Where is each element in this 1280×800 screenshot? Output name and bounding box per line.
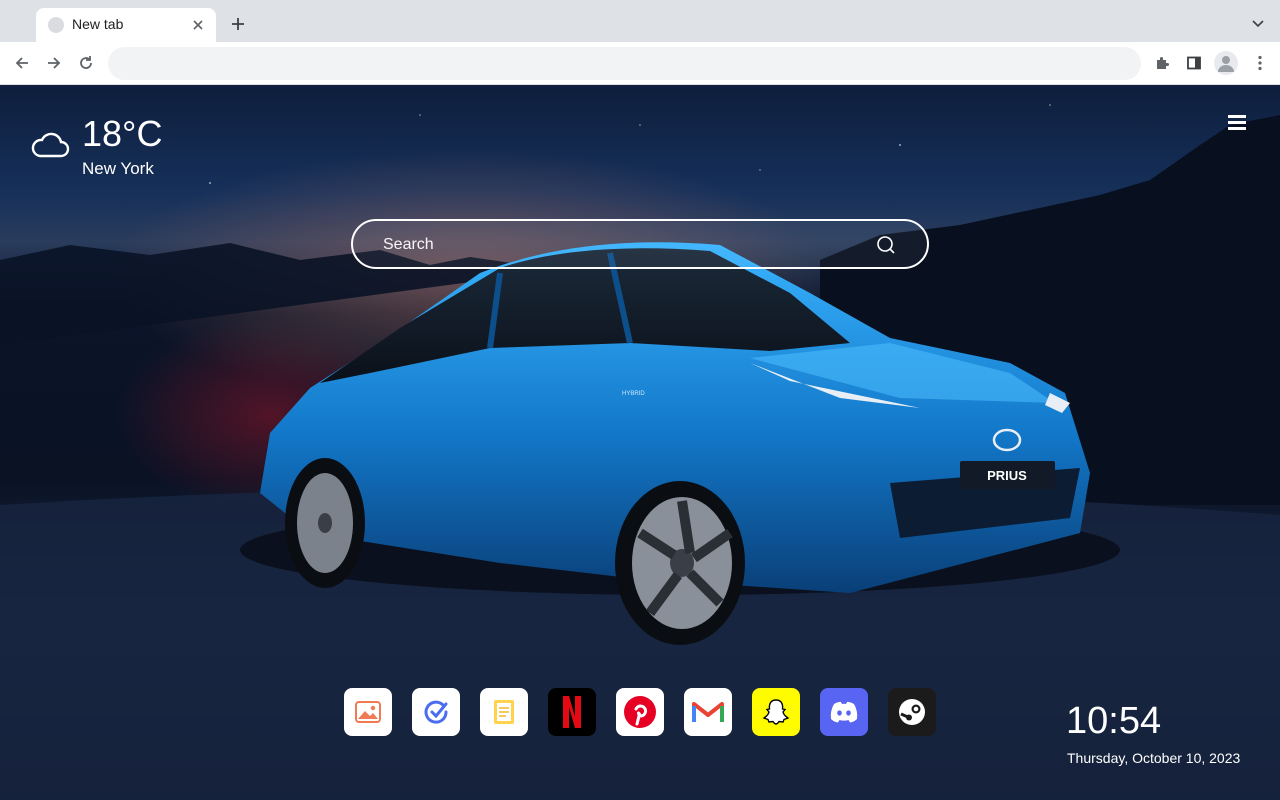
tab-strip: New tab	[0, 0, 1280, 42]
extensions-icon[interactable]	[1150, 51, 1174, 75]
shortcut-netflix[interactable]	[548, 688, 596, 736]
close-icon[interactable]	[188, 15, 208, 35]
hybrid-badge: HYBRID	[622, 391, 645, 397]
city-name: New York	[82, 159, 154, 178]
clock-time: 10:54	[1066, 700, 1162, 742]
search-box[interactable]	[351, 219, 929, 269]
netflix-icon	[563, 696, 581, 728]
tab-title: New tab	[72, 16, 124, 32]
shortcut-tasks[interactable]	[412, 688, 460, 736]
shortcut-photos[interactable]	[344, 688, 392, 736]
plus-icon[interactable]	[228, 14, 248, 34]
shortcut-pinterest[interactable]	[616, 688, 664, 736]
address-bar[interactable]	[108, 47, 1141, 80]
chevron-down-icon[interactable]	[1248, 14, 1268, 34]
snapchat-icon	[762, 699, 790, 725]
profile-icon[interactable]	[1214, 51, 1238, 75]
shortcut-snapchat[interactable]	[752, 688, 800, 736]
temperature: 18°C	[82, 113, 163, 154]
discord-icon	[830, 701, 858, 723]
shortcut-discord[interactable]	[820, 688, 868, 736]
tab-new-tab[interactable]: New tab	[36, 8, 216, 42]
steam-icon	[899, 699, 925, 725]
side-panel-icon[interactable]	[1182, 51, 1206, 75]
menu-icon[interactable]	[1228, 115, 1250, 133]
shortcut-gmail[interactable]	[684, 688, 732, 736]
reload-icon[interactable]	[74, 51, 98, 75]
cloud-icon	[31, 132, 70, 158]
plate-text: PRIUS	[987, 468, 1027, 483]
favicon-icon	[48, 17, 64, 33]
note-icon	[494, 700, 514, 724]
shortcut-steam[interactable]	[888, 688, 936, 736]
forward-arrow-icon[interactable]	[42, 51, 66, 75]
search-input[interactable]	[383, 232, 863, 258]
weather-widget[interactable]: 18°C New York	[30, 113, 190, 183]
front-wheel	[615, 481, 745, 645]
toolbar	[0, 42, 1280, 85]
rear-wheel	[285, 458, 365, 588]
search-icon[interactable]	[875, 234, 897, 256]
new-tab-page: PRIUS HYBRID 18°C New York Search 10:54 …	[0, 85, 1280, 800]
image-icon	[355, 701, 381, 723]
clock-date: Thursday, October 10, 2023	[1067, 750, 1241, 766]
more-vert-icon[interactable]	[1248, 51, 1272, 75]
check-circle-icon	[424, 700, 448, 724]
back-arrow-icon[interactable]	[10, 51, 34, 75]
gmail-icon	[692, 702, 724, 722]
pinterest-icon	[624, 696, 656, 728]
car-image: PRIUS HYBRID	[260, 242, 1090, 645]
shortcut-notes[interactable]	[480, 688, 528, 736]
